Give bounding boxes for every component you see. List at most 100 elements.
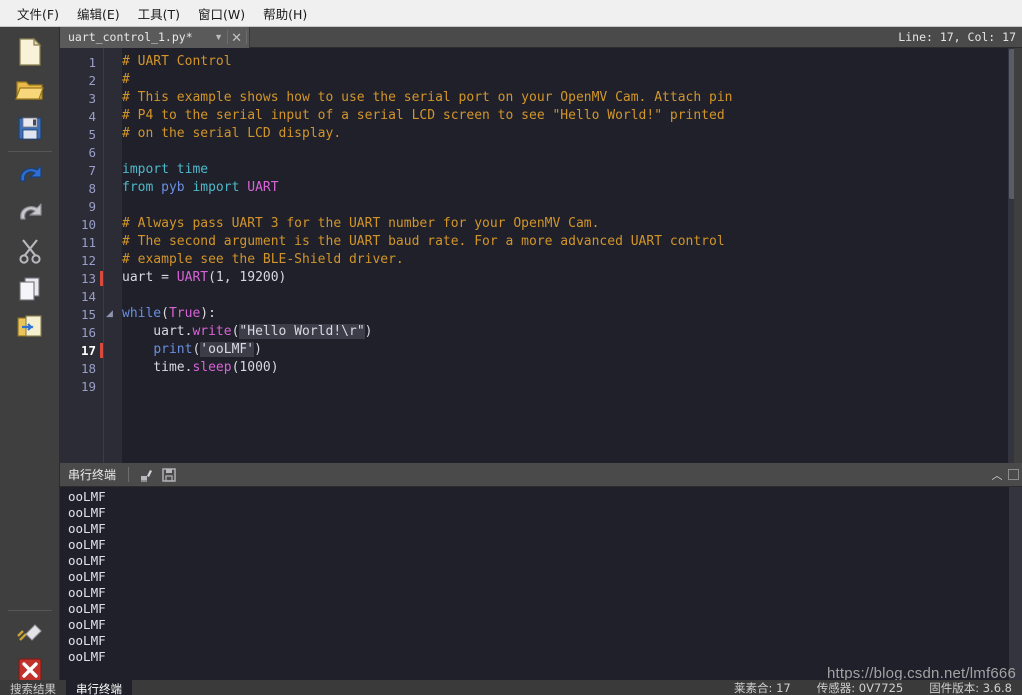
code-token: pyb — [161, 180, 185, 195]
line-number: 14 — [80, 288, 96, 304]
tab-divider-2 — [245, 30, 247, 44]
editor-right-edge — [1014, 48, 1022, 463]
clear-terminal-icon[interactable] — [133, 464, 157, 486]
code-token: sleep — [192, 360, 232, 375]
code-line[interactable]: 18 time.sleep(1000) — [60, 359, 1022, 377]
code-line[interactable]: 1 # UART Control — [60, 53, 1022, 71]
line-number: 9 — [88, 198, 96, 214]
chevron-up-icon[interactable]: ︿ — [986, 467, 1008, 483]
undo-icon[interactable] — [12, 156, 48, 194]
redo-icon[interactable] — [12, 194, 48, 232]
code-line[interactable]: 3 # This example shows how to use the ser… — [60, 89, 1022, 107]
code-token: # on the serial LCD display. — [122, 126, 342, 141]
code-line[interactable]: 19 — [60, 377, 1022, 395]
modified-line-marker — [100, 271, 103, 286]
float-panel-icon[interactable] — [1008, 469, 1019, 480]
line-number: 17 — [80, 342, 96, 358]
code-line-text: print('ooLMF') — [122, 341, 262, 359]
code-line-text: # This example shows how to use the seri… — [122, 89, 732, 107]
line-number: 1 — [88, 54, 96, 70]
menu-bar: 文件(F) 编辑(E) 工具(T) 窗口(W) 帮助(H) — [0, 0, 1022, 27]
new-file-icon[interactable] — [12, 33, 48, 71]
code-line[interactable]: 7 import time — [60, 161, 1022, 179]
code-line[interactable]: 9 — [60, 197, 1022, 215]
terminal-line: ooLMF — [68, 505, 106, 520]
open-folder-icon[interactable] — [12, 71, 48, 109]
code-line[interactable]: 12 # example see the BLE-Shield driver. — [60, 251, 1022, 269]
code-token: UART — [247, 180, 279, 195]
code-line[interactable]: 2 # — [60, 71, 1022, 89]
menu-item-file[interactable]: 文件(F) — [8, 1, 68, 26]
code-token: # P4 to the serial input of a serial LCD… — [122, 108, 725, 123]
code-token: uart = — [122, 270, 177, 285]
terminal-title: 串行终端 — [68, 468, 117, 482]
code-line[interactable]: 13 uart = UART(1, 19200) — [60, 269, 1022, 287]
line-col-indicator: Line: 17, Col: 17 — [898, 30, 1016, 44]
code-line[interactable]: 14 — [60, 287, 1022, 305]
terminal-line: ooLMF — [68, 617, 106, 632]
connect-plug-icon[interactable] — [12, 615, 48, 653]
code-line[interactable]: 5 # on the serial LCD display. — [60, 125, 1022, 143]
code-line[interactable]: 17 print('ooLMF') — [60, 341, 1022, 359]
code-token: ) — [364, 324, 373, 339]
code-token: from — [122, 180, 154, 195]
status-info-sensor: 传感器: 0V7725 — [816, 681, 904, 695]
code-line-text: uart.write("Hello World!\r") — [122, 323, 372, 341]
terminal-output[interactable]: ooLMF ooLMF ooLMF ooLMF ooLMF ooLMF ooLMF ooLMF… — [60, 487, 1022, 680]
menu-item-window[interactable]: 窗口(W) — [189, 1, 254, 26]
status-tab-search-results[interactable]: 搜索结果 — [0, 680, 66, 695]
code-token: ) — [254, 342, 262, 357]
code-line-text: # example see the BLE-Shield driver. — [122, 251, 404, 269]
code-line[interactable]: 6 — [60, 143, 1022, 161]
status-info-fps: 莱素合: 17 — [734, 681, 791, 695]
editor-tab-strip: uart_control_1.py* ▼ ✕ Line: 17, Col: 17 — [60, 26, 1022, 48]
chevron-down-icon[interactable]: ▼ — [211, 32, 227, 42]
code-line[interactable]: 16 uart.write("Hello World!\r") — [60, 323, 1022, 341]
code-token: ): — [200, 306, 216, 321]
code-line-text: uart = UART(1, 19200) — [122, 269, 286, 287]
terminal-line: ooLMF — [68, 633, 106, 648]
modified-line-marker — [100, 343, 103, 358]
code-line[interactable]: 15 ◢ while(True): — [60, 305, 1022, 323]
menu-item-help[interactable]: 帮助(H) — [254, 1, 316, 26]
menu-item-tools[interactable]: 工具(T) — [129, 1, 189, 26]
terminal-scrollbar[interactable] — [1009, 487, 1022, 680]
code-line[interactable]: 8 from pyb import UART — [60, 179, 1022, 197]
code-line-text: # on the serial LCD display. — [122, 125, 341, 143]
terminal-line: ooLMF — [68, 601, 106, 616]
status-tab-serial-terminal[interactable]: 串行终端 — [66, 680, 132, 695]
terminal-line: ooLMF — [68, 521, 106, 536]
file-tab[interactable]: uart_control_1.py* ▼ ✕ — [60, 26, 250, 48]
code-line[interactable]: 4 # P4 to the serial input of a serial LC… — [60, 107, 1022, 125]
code-token: time — [176, 162, 209, 177]
code-token: ' — [246, 342, 255, 357]
serial-terminal-panel: 串行终端 ︿ ooLMF ooLMF ooLMF ooLMF ooLMF ooL… — [60, 463, 1022, 680]
terminal-line: ooLMF — [68, 553, 106, 568]
line-number: 10 — [80, 216, 96, 232]
code-line-text: # UART Control — [122, 53, 232, 71]
code-line[interactable]: 11 # The second argument is the UART baud… — [60, 233, 1022, 251]
code-line-text: # Always pass UART 3 for the UART number… — [122, 215, 599, 233]
code-line-text: time.sleep(1000) — [122, 359, 278, 377]
line-number: 15 — [80, 306, 96, 322]
code-line[interactable]: 10 # Always pass UART 3 for the UART numb… — [60, 215, 1022, 233]
menu-item-edit[interactable]: 编辑(E) — [68, 1, 129, 26]
code-editor[interactable]: 1 # UART Control 2 #3 # This example shows h… — [60, 48, 1022, 463]
line-number: 3 — [88, 90, 96, 106]
code-token: ( — [161, 306, 169, 321]
toolbar-divider-2 — [7, 610, 52, 611]
cut-icon[interactable] — [12, 232, 48, 270]
close-icon[interactable]: ✕ — [228, 31, 246, 44]
paste-icon[interactable] — [12, 308, 48, 346]
line-number: 5 — [88, 126, 96, 142]
copy-icon[interactable] — [12, 270, 48, 308]
line-number: 12 — [80, 252, 96, 268]
fold-toggle-icon[interactable]: ◢ — [106, 309, 115, 318]
save-terminal-icon[interactable] — [157, 464, 181, 486]
code-token: # The second argument is the UART baud r… — [122, 234, 725, 249]
line-number: 13 — [80, 270, 96, 286]
terminal-line: ooLMF — [68, 537, 106, 552]
save-icon[interactable] — [12, 109, 48, 147]
